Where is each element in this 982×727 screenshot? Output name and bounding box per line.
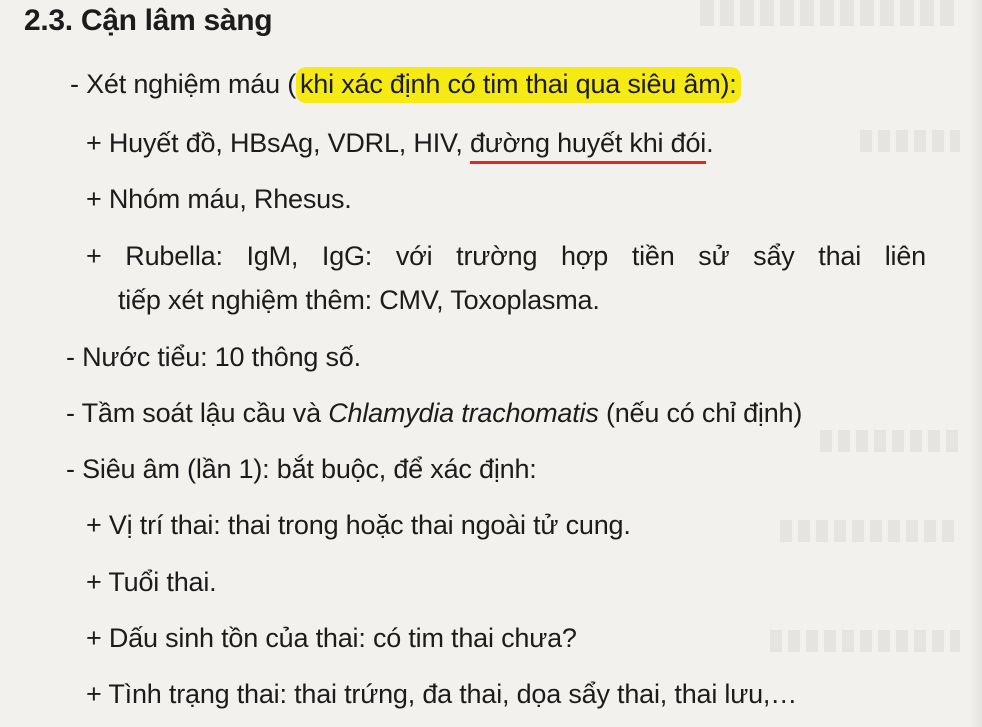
blood-panel-prefix: + Huyết đồ, HBsAg, VDRL, HIV,: [86, 128, 470, 158]
document-page: 2.3. Cận lâm sàng - Xét nghiệm máu (khi …: [0, 0, 982, 727]
section-heading: 2.3. Cận lâm sàng: [24, 4, 273, 37]
page-edge-shadow: [968, 0, 982, 727]
underlined-text: đường huyết khi đói: [469, 128, 707, 158]
ultrasound-age-line: + Tuổi thai.: [86, 567, 217, 597]
screening-italic: Chlamydia trachomatis: [328, 398, 599, 428]
highlighted-text: khi xác định có tim thai qua siêu âm):: [296, 67, 741, 103]
urine-line: - Nước tiểu: 10 thông số.: [66, 342, 361, 372]
blood-panel-line: + Huyết đồ, HBsAg, VDRL, HIV, đường huyế…: [86, 126, 714, 160]
screening-suffix: (nếu có chỉ định): [598, 398, 803, 428]
bleed-through-decoration: [770, 630, 960, 652]
ultrasound-position-line: + Vị trí thai: thai trong hoặc thai ngoà…: [86, 510, 631, 540]
rubella-line-1: + Rubella: IgM, IgG: với trường hợp tiền…: [86, 241, 926, 271]
bleed-through-decoration: [860, 130, 960, 152]
blood-group-line: + Nhóm máu, Rhesus.: [86, 184, 352, 214]
blood-test-prefix: - Xét nghiệm máu (: [70, 69, 296, 99]
screening-line: - Tầm soát lậu cầu và Chlamydia trachoma…: [66, 396, 802, 430]
blood-panel-suffix: .: [706, 128, 714, 158]
ultrasound-line: - Siêu âm (lần 1): bắt buộc, để xác định…: [66, 454, 537, 484]
rubella-line-2: tiếp xét nghiệm thêm: CMV, Toxoplasma.: [118, 285, 600, 315]
screening-prefix: - Tầm soát lậu cầu và: [66, 398, 329, 428]
bleed-through-decoration: [780, 520, 960, 542]
bleed-through-decoration: [700, 0, 960, 26]
bleed-through-decoration: [820, 430, 960, 452]
ultrasound-status-line: + Tình trạng thai: thai trứng, đa thai, …: [86, 679, 798, 709]
blood-test-line: - Xét nghiệm máu (khi xác định có tim th…: [70, 67, 741, 103]
ultrasound-vital-line: + Dấu sinh tồn của thai: có tim thai chư…: [86, 623, 577, 653]
